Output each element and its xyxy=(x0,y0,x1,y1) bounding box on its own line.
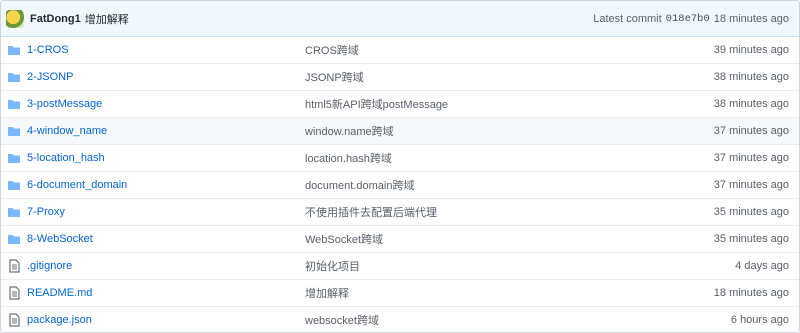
commit-message-link[interactable]: CROS跨域 xyxy=(305,42,714,58)
file-browser: FatDong1 增加解释 Latest commit 018e7b0 18 m… xyxy=(0,0,800,333)
commit-age: 18 minutes ago xyxy=(713,12,789,25)
file-row[interactable]: .gitignore 初始化项目 4 days ago xyxy=(1,252,799,279)
latest-commit-label: Latest commit xyxy=(593,12,662,25)
folder-icon xyxy=(7,97,21,111)
file-name-link[interactable]: 4-window_name xyxy=(27,125,305,137)
file-name-link[interactable]: 8-WebSocket xyxy=(27,233,305,245)
file-row[interactable]: package.json websocket跨域 6 hours ago xyxy=(1,306,799,332)
file-list: 1-CROS CROS跨域 39 minutes ago 2-JSONP JSO… xyxy=(1,37,799,332)
file-age: 37 minutes ago xyxy=(713,179,789,191)
folder-icon xyxy=(7,43,21,57)
file-name-link[interactable]: 7-Proxy xyxy=(27,206,305,218)
file-name-link[interactable]: 3-postMessage xyxy=(27,98,305,110)
commit-message[interactable]: 增加解释 xyxy=(85,11,129,27)
commit-message-link[interactable]: WebSocket跨域 xyxy=(305,231,714,247)
file-age: 35 minutes ago xyxy=(713,233,789,245)
folder-icon xyxy=(7,205,21,219)
commit-message-link[interactable]: window.name跨域 xyxy=(305,123,714,139)
file-age: 35 minutes ago xyxy=(713,206,789,218)
commit-message-link[interactable]: document.domain跨域 xyxy=(305,177,714,193)
commit-message-link[interactable]: 不使用插件去配置后端代理 xyxy=(305,204,714,220)
file-age: 39 minutes ago xyxy=(713,44,789,56)
file-row[interactable]: 8-WebSocket WebSocket跨域 35 minutes ago xyxy=(1,225,799,252)
file-age: 37 minutes ago xyxy=(713,125,789,137)
file-icon xyxy=(7,313,21,327)
author-avatar[interactable] xyxy=(6,9,24,28)
file-age: 18 minutes ago xyxy=(713,287,789,299)
file-name-link[interactable]: .gitignore xyxy=(27,260,305,272)
commit-message-link[interactable]: html5新API跨域postMessage xyxy=(305,96,714,112)
commit-sha[interactable]: 018e7b0 xyxy=(666,13,710,25)
commit-author[interactable]: FatDong1 xyxy=(30,13,81,25)
file-row[interactable]: 4-window_name window.name跨域 37 minutes a… xyxy=(1,117,799,144)
file-icon xyxy=(7,259,21,273)
file-age: 37 minutes ago xyxy=(713,152,789,164)
file-row[interactable]: README.md 增加解释 18 minutes ago xyxy=(1,279,799,306)
commit-message-link[interactable]: 增加解释 xyxy=(305,285,714,301)
file-age: 4 days ago xyxy=(735,260,789,272)
commit-message-link[interactable]: location.hash跨域 xyxy=(305,150,714,166)
commit-message-link[interactable]: JSONP跨域 xyxy=(305,69,714,85)
commit-meta: Latest commit 018e7b0 18 minutes ago xyxy=(593,13,789,25)
file-name-link[interactable]: README.md xyxy=(27,287,305,299)
file-row[interactable]: 1-CROS CROS跨域 39 minutes ago xyxy=(1,37,799,63)
file-name-link[interactable]: 5-location_hash xyxy=(27,152,305,164)
folder-icon xyxy=(7,124,21,138)
commit-message-link[interactable]: websocket跨域 xyxy=(305,312,731,328)
file-name-link[interactable]: package.json xyxy=(27,314,305,326)
file-name-link[interactable]: 6-document_domain xyxy=(27,179,305,191)
file-row[interactable]: 6-document_domain document.domain跨域 37 m… xyxy=(1,171,799,198)
file-age: 6 hours ago xyxy=(730,314,789,326)
commit-message-link[interactable]: 初始化项目 xyxy=(305,258,735,274)
folder-icon xyxy=(7,70,21,84)
file-name-link[interactable]: 2-JSONP xyxy=(27,71,305,83)
folder-icon xyxy=(7,232,21,246)
file-icon xyxy=(7,286,21,300)
file-row[interactable]: 7-Proxy 不使用插件去配置后端代理 35 minutes ago xyxy=(1,198,799,225)
file-row[interactable]: 5-location_hash location.hash跨域 37 minut… xyxy=(1,144,799,171)
folder-icon xyxy=(7,178,21,192)
file-name-link[interactable]: 1-CROS xyxy=(27,44,305,56)
file-age: 38 minutes ago xyxy=(713,71,789,83)
folder-icon xyxy=(7,151,21,165)
file-age: 38 minutes ago xyxy=(713,98,789,110)
file-row[interactable]: 3-postMessage html5新API跨域postMessage 38 … xyxy=(1,90,799,117)
file-row[interactable]: 2-JSONP JSONP跨域 38 minutes ago xyxy=(1,63,799,90)
latest-commit-bar: FatDong1 增加解释 Latest commit 018e7b0 18 m… xyxy=(1,1,799,37)
